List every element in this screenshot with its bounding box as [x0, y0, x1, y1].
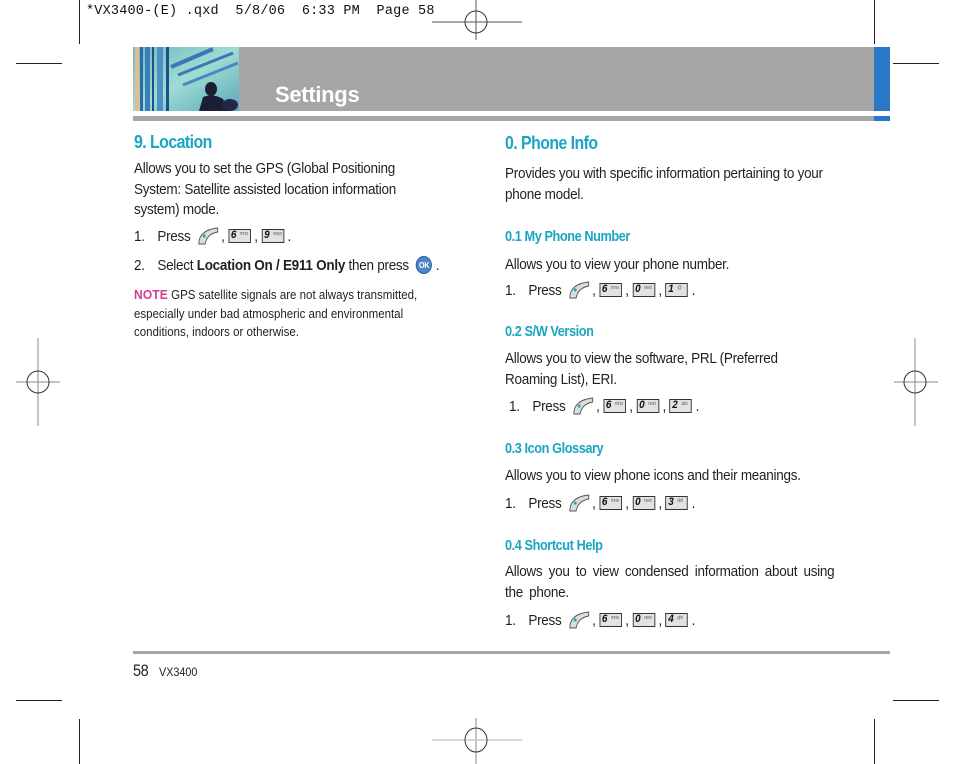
crop-mark — [893, 700, 939, 701]
subsection-description: Allows you to view your phone number. — [505, 256, 730, 273]
key-0-icon: 0 next — [632, 613, 655, 627]
section-heading-location: 9. Location — [134, 132, 212, 152]
key-0-icon: 0 next — [632, 283, 655, 297]
note-text: GPS satellite signals are not always tra… — [134, 288, 418, 339]
step-number: 1. — [134, 227, 145, 245]
subsection-heading: 0.1 My Phone Number — [505, 229, 630, 245]
menu-soft-key-icon — [569, 281, 589, 299]
subsection-description: Allows you to view the software, PRL (Pr… — [505, 350, 778, 388]
subsection-description: Allows you to view condensed information… — [505, 563, 835, 601]
key-3-icon: 3 def — [665, 496, 689, 510]
option-location-on: Location On — [196, 256, 273, 274]
phone-info-description: Provides you with specific information p… — [505, 165, 823, 203]
key-6-icon: 6 mno — [599, 283, 622, 297]
key-9-icon: 9 wxyz — [261, 229, 284, 243]
crop-mark — [79, 719, 80, 764]
subsection-step: 1. Press , 6 mno, 0 next, 3 def. — [505, 494, 696, 512]
ok-key-icon: OK — [416, 256, 433, 274]
step-select: Select — [157, 256, 194, 274]
registration-mark-icon — [894, 338, 938, 426]
key-6-icon: 6 mno — [228, 229, 251, 243]
registration-mark-icon — [16, 338, 60, 426]
key-6-icon: 6 mno — [599, 496, 622, 510]
subsection-heading: 0.2 S/W Version — [505, 324, 594, 340]
menu-soft-key-icon — [569, 611, 589, 629]
header-photo — [133, 47, 239, 111]
step-then-press: then press — [348, 256, 410, 274]
footer-rule — [133, 651, 890, 654]
key-6-icon: 6 mno — [603, 399, 626, 413]
subsection-description: Allows you to view phone icons and their… — [505, 467, 801, 484]
page-number: 58 — [133, 661, 149, 680]
crop-mark — [16, 63, 62, 64]
note-label: NOTE — [134, 287, 168, 302]
subsection-step: 1. Press , 6 mno, 0 next, 1 @. — [505, 281, 696, 299]
menu-soft-key-icon — [569, 494, 589, 512]
registration-mark-icon — [432, 718, 522, 764]
crop-mark — [16, 700, 62, 701]
section-heading-phone-info: 0. Phone Info — [505, 133, 598, 153]
crop-mark — [79, 0, 80, 44]
step-press: Press — [157, 227, 191, 245]
subsection-heading: 0.3 Icon Glossary — [505, 441, 604, 457]
key-1-icon: 1 @ — [665, 283, 689, 297]
option-e911-only: E911 Only — [282, 256, 346, 274]
header-rule — [133, 116, 874, 121]
subsection-step: 1. Press , 6 mno, 0 next, 2 abc. — [509, 397, 700, 415]
location-step-1: 1. Press , 6 mno , 9 wxyz . — [134, 227, 291, 245]
header-rule-accent — [874, 116, 890, 121]
key-0-icon: 0 next — [636, 399, 659, 413]
key-2-icon: 2 abc — [669, 399, 693, 413]
menu-soft-key-icon — [198, 227, 218, 245]
step-number: 2. — [134, 256, 145, 274]
subsection-step: 1. Press , 6 mno, 0 next, 4 ghi. — [505, 611, 696, 629]
note-block: NOTE GPS satellite signals are not alway… — [134, 286, 451, 342]
key-4-icon: 4 ghi — [665, 613, 689, 627]
registration-mark-icon — [432, 0, 522, 40]
key-6-icon: 6 mno — [599, 613, 622, 627]
crop-mark — [893, 63, 939, 64]
subsection-heading: 0.4 Shortcut Help — [505, 538, 603, 554]
key-0-icon: 0 next — [632, 496, 655, 510]
location-step-2: 2. Select Location On / E911 Only then p… — [134, 256, 440, 274]
crop-mark — [874, 719, 875, 764]
crop-mark — [874, 0, 875, 44]
header-accent — [874, 47, 890, 111]
location-description: Allows you to set the GPS (Global Positi… — [134, 160, 396, 218]
model-name: VX3400 — [159, 665, 198, 679]
print-slug: *VX3400-(E) .qxd 5/8/06 6:33 PM Page 58 — [86, 4, 435, 19]
menu-soft-key-icon — [573, 397, 593, 415]
page-title: Settings — [275, 82, 360, 107]
